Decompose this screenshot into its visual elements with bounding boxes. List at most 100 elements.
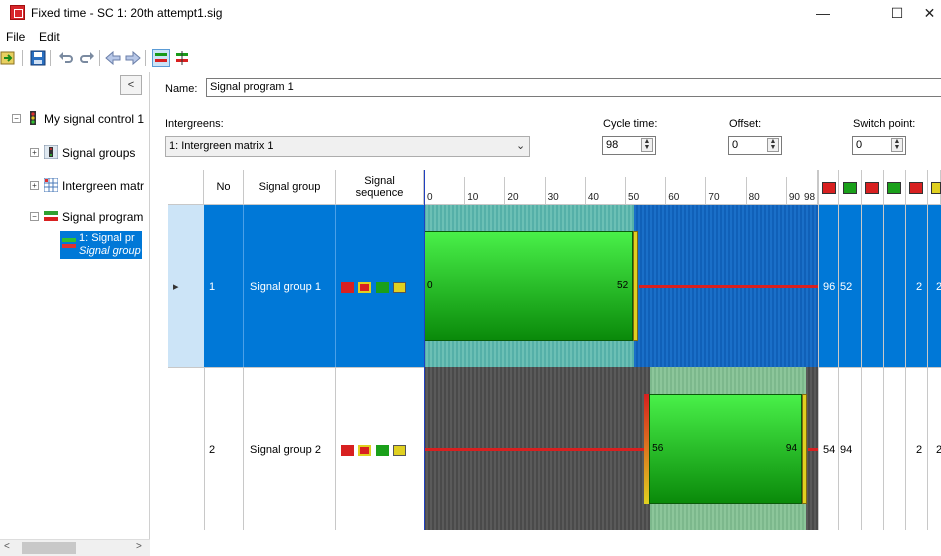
intergreen-matrix-icon — [44, 178, 58, 192]
name-label: Name: — [165, 83, 198, 95]
signal-controller-icon — [30, 111, 36, 125]
tree-expander[interactable]: − — [30, 212, 39, 221]
offset-value: 0 — [732, 139, 739, 151]
amber-phase — [633, 231, 639, 341]
cell-divider — [204, 367, 205, 530]
red-phase-line — [807, 448, 818, 451]
tree-item-signal-programs[interactable]: Signal program — [62, 210, 143, 224]
row-2-extra-cells[interactable] — [818, 367, 941, 530]
name-field[interactable]: Signal program 1 — [206, 78, 941, 97]
signal-program-icon — [44, 211, 58, 221]
row-2-extra-2: 94 — [840, 444, 853, 456]
scroll-left-button[interactable]: < — [4, 541, 10, 552]
redo-icon[interactable] — [79, 50, 95, 66]
timeline-tick-mark — [504, 177, 506, 205]
timeline-tick-mark — [464, 177, 466, 205]
green-start-label: 56 — [652, 443, 664, 454]
menu-bar — [0, 26, 941, 46]
cycle-time-spinner[interactable]: ▲ ▼ — [641, 138, 653, 152]
maximize-button[interactable]: ☐ — [874, 0, 920, 26]
tree-item-root[interactable]: My signal control 1 — [44, 112, 144, 126]
intergreens-label: Intergreens: — [165, 118, 224, 130]
tree-pane — [0, 72, 150, 556]
close-button[interactable]: ✕ — [918, 0, 941, 26]
row-1-no: 1 — [209, 281, 216, 293]
green-state-icon — [887, 182, 901, 194]
row-1-extra-2: 52 — [840, 281, 853, 293]
row-2-signal-group: Signal group 2 — [250, 444, 321, 456]
minimize-button[interactable]: — — [800, 0, 846, 26]
signal-program-item-icon — [62, 238, 76, 248]
header-no[interactable]: No — [204, 170, 244, 205]
timeline-tick-label: 10 — [467, 192, 479, 203]
scroll-right-button[interactable]: > — [136, 541, 142, 552]
col-divider — [883, 170, 884, 530]
timeline-tick-label: 98 — [804, 192, 816, 203]
back-icon[interactable] — [105, 50, 121, 66]
green-state-icon — [843, 182, 857, 194]
timeline-tick-label: 70 — [708, 192, 720, 203]
forward-icon[interactable] — [125, 50, 141, 66]
toolbar-separator — [99, 50, 100, 66]
cell-divider — [243, 367, 244, 530]
timeline-tick-label: 80 — [748, 192, 760, 203]
intergreens-value: 1: Intergreen matrix 1 — [169, 140, 274, 152]
header-row-marker — [168, 170, 204, 205]
tree-expander[interactable]: + — [30, 181, 39, 190]
row-2-no: 2 — [209, 444, 216, 456]
signal-view-alt-icon[interactable] — [174, 50, 190, 66]
offset-spinner[interactable]: ▲ ▼ — [767, 138, 779, 152]
save-icon[interactable] — [30, 50, 46, 66]
row-1-extra-cells[interactable] — [818, 205, 941, 367]
col-divider — [861, 170, 862, 530]
row-selected-marker: ▸ — [173, 281, 179, 293]
signal-view-icon[interactable] — [152, 49, 170, 67]
offset-label: Offset: — [729, 118, 762, 130]
tree-item-intergreen-matrices[interactable]: Intergreen matr — [62, 179, 144, 193]
timeline-tick-mark — [584, 177, 586, 205]
header-signal-sequence[interactable]: Signal sequence — [336, 170, 424, 205]
timeline-tick-label: 30 — [547, 192, 559, 203]
green-state-icon — [376, 282, 389, 293]
header-seq-line1: Signal — [364, 175, 395, 187]
window-title: Fixed time - SC 1: 20th attempt1.sig — [31, 6, 223, 20]
intergreens-dropdown[interactable]: 1: Intergreen matrix 1 — [165, 136, 530, 157]
menu-edit[interactable]: Edit — [39, 30, 60, 44]
green-phase-bar — [649, 394, 802, 504]
header-signal-group[interactable]: Signal group — [244, 170, 336, 205]
row-2-extra-3: 2 — [916, 444, 923, 456]
amber-phase — [801, 394, 807, 504]
menu-file[interactable]: File — [6, 30, 25, 44]
timeline-tick-label: 20 — [507, 192, 519, 203]
scrollbar-thumb[interactable] — [22, 542, 76, 554]
timeline-tick-label: 0 — [427, 192, 433, 203]
row-1-extra-3: 2 — [916, 281, 923, 293]
import-icon[interactable] — [0, 50, 16, 66]
timeline-tick-label: 50 — [628, 192, 640, 203]
green-end-label: 52 — [617, 280, 629, 291]
row-2-extra-1: 54 — [823, 444, 836, 456]
amber-state-icon — [931, 182, 941, 194]
collapse-pane-button[interactable]: < — [120, 75, 142, 95]
tree-selected-label: 1: Signal pr — [79, 232, 135, 244]
timeline-tick-label: 90 — [788, 192, 800, 203]
chevron-down-icon: ⌄ — [516, 140, 526, 152]
tree-selected-sublabel: Signal group — [79, 245, 141, 257]
switch-point-spinner[interactable]: ▲ ▼ — [891, 138, 903, 152]
amber-state-icon — [393, 282, 406, 293]
tree-item-signal-groups[interactable]: Signal groups — [62, 146, 135, 160]
undo-icon[interactable] — [58, 50, 74, 66]
cell-divider — [335, 205, 336, 367]
cycle-time-label: Cycle time: — [603, 118, 658, 130]
timeline-tick-mark — [625, 177, 627, 205]
red-state-icon — [865, 182, 879, 194]
green-state-icon — [376, 445, 389, 456]
tree-expander[interactable]: + — [30, 148, 39, 157]
red-phase-line — [639, 285, 818, 288]
col-divider — [818, 170, 819, 530]
tree-expander[interactable]: − — [12, 114, 21, 123]
timeline-tick-mark — [544, 177, 546, 205]
timeline-tick-mark — [745, 177, 747, 205]
red-amber-state-icon — [358, 282, 371, 293]
cell-divider — [243, 205, 244, 367]
